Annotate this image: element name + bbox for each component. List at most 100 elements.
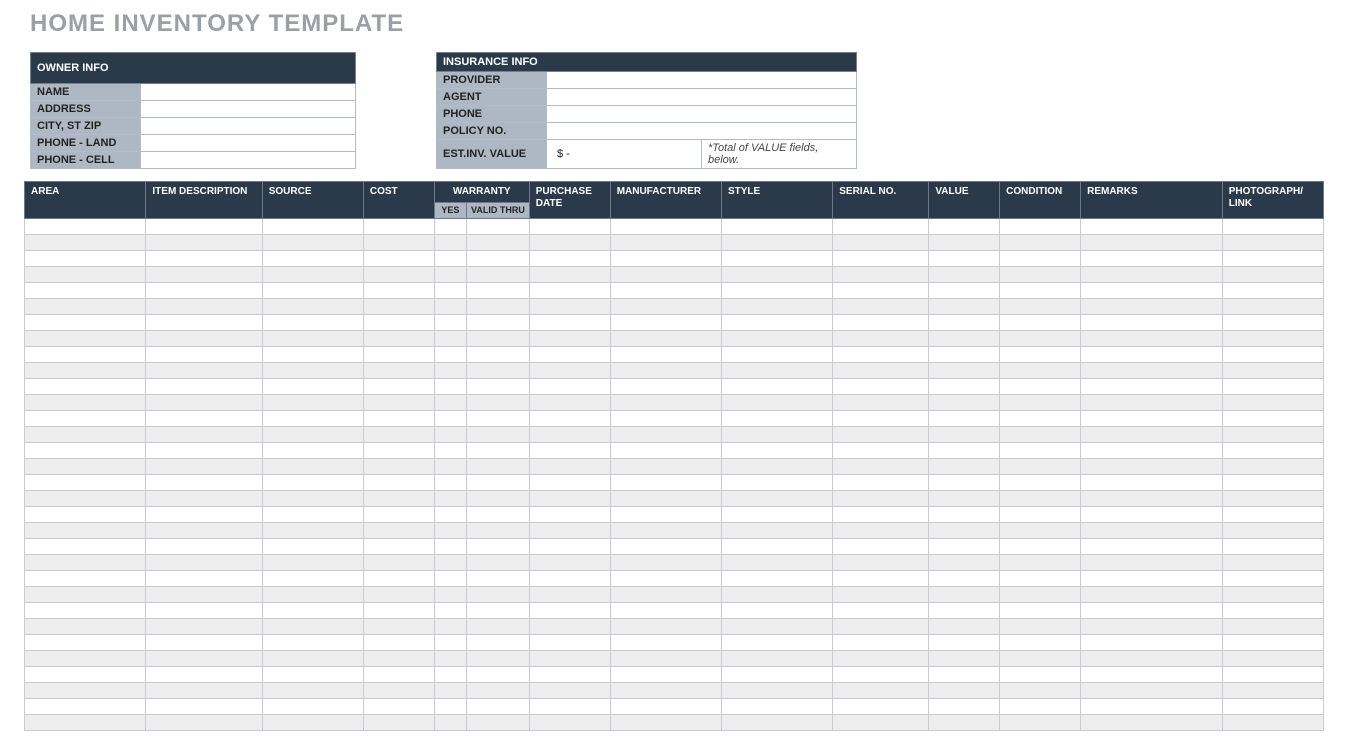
- grid-cell[interactable]: [262, 634, 363, 650]
- grid-cell[interactable]: [1000, 282, 1081, 298]
- grid-cell[interactable]: [146, 346, 262, 362]
- grid-cell[interactable]: [262, 378, 363, 394]
- grid-cell[interactable]: [1222, 522, 1323, 538]
- grid-cell[interactable]: [610, 314, 721, 330]
- grid-cell[interactable]: [929, 218, 1000, 234]
- grid-cell[interactable]: [25, 538, 146, 554]
- grid-cell[interactable]: [146, 298, 262, 314]
- grid-cell[interactable]: [1000, 442, 1081, 458]
- grid-cell[interactable]: [146, 698, 262, 714]
- grid-cell[interactable]: [721, 474, 832, 490]
- grid-cell[interactable]: [262, 522, 363, 538]
- grid-cell[interactable]: [721, 378, 832, 394]
- grid-cell[interactable]: [610, 650, 721, 666]
- grid-cell[interactable]: [1000, 538, 1081, 554]
- grid-cell[interactable]: [434, 506, 466, 522]
- grid-cell[interactable]: [146, 218, 262, 234]
- grid-cell[interactable]: [1222, 442, 1323, 458]
- grid-cell[interactable]: [1081, 266, 1223, 282]
- insurance-phone-value[interactable]: [547, 106, 857, 123]
- grid-cell[interactable]: [434, 602, 466, 618]
- grid-cell[interactable]: [833, 602, 929, 618]
- grid-cell[interactable]: [721, 554, 832, 570]
- grid-cell[interactable]: [467, 538, 530, 554]
- grid-cell[interactable]: [610, 362, 721, 378]
- grid-cell[interactable]: [1000, 490, 1081, 506]
- grid-cell[interactable]: [929, 298, 1000, 314]
- grid-cell[interactable]: [529, 490, 610, 506]
- grid-cell[interactable]: [610, 426, 721, 442]
- grid-cell[interactable]: [363, 426, 434, 442]
- grid-cell[interactable]: [1081, 586, 1223, 602]
- grid-cell[interactable]: [1081, 314, 1223, 330]
- grid-cell[interactable]: [262, 250, 363, 266]
- grid-cell[interactable]: [262, 410, 363, 426]
- grid-cell[interactable]: [1222, 394, 1323, 410]
- grid-cell[interactable]: [25, 362, 146, 378]
- grid-cell[interactable]: [146, 378, 262, 394]
- grid-cell[interactable]: [146, 602, 262, 618]
- grid-cell[interactable]: [529, 554, 610, 570]
- grid-cell[interactable]: [929, 538, 1000, 554]
- grid-cell[interactable]: [929, 362, 1000, 378]
- grid-cell[interactable]: [25, 298, 146, 314]
- grid-cell[interactable]: [146, 458, 262, 474]
- grid-cell[interactable]: [262, 586, 363, 602]
- grid-cell[interactable]: [721, 266, 832, 282]
- grid-cell[interactable]: [25, 458, 146, 474]
- grid-cell[interactable]: [467, 650, 530, 666]
- grid-cell[interactable]: [1081, 650, 1223, 666]
- grid-cell[interactable]: [1081, 714, 1223, 730]
- grid-cell[interactable]: [1081, 682, 1223, 698]
- grid-cell[interactable]: [833, 426, 929, 442]
- grid-cell[interactable]: [610, 490, 721, 506]
- grid-cell[interactable]: [929, 458, 1000, 474]
- grid-cell[interactable]: [610, 266, 721, 282]
- grid-cell[interactable]: [434, 394, 466, 410]
- grid-cell[interactable]: [434, 554, 466, 570]
- grid-cell[interactable]: [1222, 346, 1323, 362]
- grid-cell[interactable]: [262, 554, 363, 570]
- grid-cell[interactable]: [529, 682, 610, 698]
- grid-cell[interactable]: [929, 634, 1000, 650]
- grid-cell[interactable]: [146, 234, 262, 250]
- grid-cell[interactable]: [146, 330, 262, 346]
- grid-cell[interactable]: [467, 586, 530, 602]
- grid-cell[interactable]: [467, 698, 530, 714]
- grid-cell[interactable]: [1222, 554, 1323, 570]
- grid-cell[interactable]: [1000, 218, 1081, 234]
- grid-cell[interactable]: [833, 234, 929, 250]
- grid-cell[interactable]: [1000, 666, 1081, 682]
- grid-cell[interactable]: [1222, 282, 1323, 298]
- grid-cell[interactable]: [1222, 266, 1323, 282]
- grid-cell[interactable]: [1222, 410, 1323, 426]
- grid-cell[interactable]: [721, 250, 832, 266]
- grid-cell[interactable]: [1000, 346, 1081, 362]
- grid-cell[interactable]: [721, 362, 832, 378]
- grid-cell[interactable]: [721, 602, 832, 618]
- grid-cell[interactable]: [929, 314, 1000, 330]
- grid-cell[interactable]: [434, 410, 466, 426]
- grid-cell[interactable]: [434, 234, 466, 250]
- grid-cell[interactable]: [1000, 394, 1081, 410]
- grid-cell[interactable]: [721, 234, 832, 250]
- grid-cell[interactable]: [1000, 506, 1081, 522]
- grid-cell[interactable]: [529, 298, 610, 314]
- grid-cell[interactable]: [262, 458, 363, 474]
- grid-cell[interactable]: [1000, 618, 1081, 634]
- grid-cell[interactable]: [929, 682, 1000, 698]
- grid-cell[interactable]: [721, 650, 832, 666]
- grid-cell[interactable]: [467, 506, 530, 522]
- grid-cell[interactable]: [434, 714, 466, 730]
- grid-cell[interactable]: [1081, 218, 1223, 234]
- grid-cell[interactable]: [1000, 650, 1081, 666]
- grid-cell[interactable]: [363, 490, 434, 506]
- grid-cell[interactable]: [721, 346, 832, 362]
- grid-cell[interactable]: [262, 282, 363, 298]
- grid-cell[interactable]: [146, 522, 262, 538]
- grid-cell[interactable]: [721, 714, 832, 730]
- grid-cell[interactable]: [434, 426, 466, 442]
- grid-cell[interactable]: [1222, 234, 1323, 250]
- grid-cell[interactable]: [721, 298, 832, 314]
- grid-cell[interactable]: [262, 602, 363, 618]
